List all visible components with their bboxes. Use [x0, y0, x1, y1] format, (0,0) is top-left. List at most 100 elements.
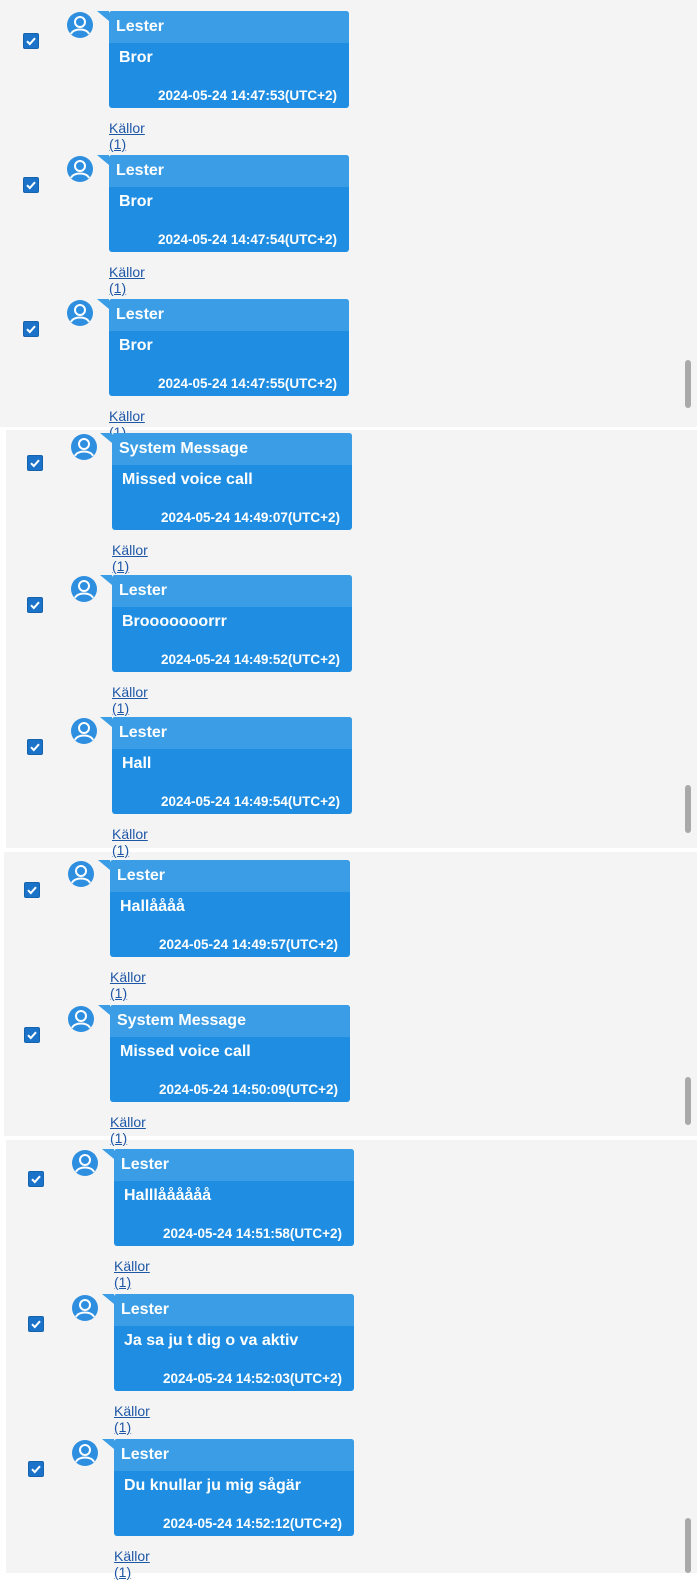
message-timestamp: 2024-05-24 14:49:07(UTC+2): [161, 510, 340, 525]
checkmark-icon: [26, 37, 36, 46]
message-bubble[interactable]: Lester Hallåååå 2024-05-24 14:49:57(UTC+…: [110, 860, 350, 957]
sender-name: Lester: [114, 1149, 354, 1181]
sender-name: Lester: [110, 860, 350, 892]
user-avatar-icon: [71, 576, 97, 602]
sources-link[interactable]: Källor (1): [110, 969, 146, 1001]
sender-name: Lester: [109, 11, 349, 43]
scrollbar-thumb[interactable]: [685, 785, 691, 833]
message-text: Brooooooorrr: [122, 613, 227, 630]
checkmark-icon: [31, 1465, 41, 1474]
message-text: Du knullar ju mig sågär: [124, 1477, 301, 1494]
sources-link[interactable]: Källor (1): [112, 542, 148, 574]
select-checkbox[interactable]: [27, 597, 43, 613]
select-checkbox[interactable]: [28, 1171, 44, 1187]
chat-panel-3: [4, 852, 697, 1136]
sender-name: Lester: [114, 1439, 354, 1471]
scrollbar-thumb[interactable]: [685, 1518, 691, 1573]
bubble-tail: [100, 433, 112, 443]
user-avatar-icon: [71, 434, 97, 460]
select-checkbox[interactable]: [24, 1027, 40, 1043]
select-checkbox[interactable]: [28, 1316, 44, 1332]
select-checkbox[interactable]: [23, 177, 39, 193]
user-avatar-icon: [71, 718, 97, 744]
message-timestamp: 2024-05-24 14:49:52(UTC+2): [161, 652, 340, 667]
bubble-tail: [100, 717, 112, 727]
message-bubble[interactable]: Lester Halllåååååå 2024-05-24 14:51:58(U…: [114, 1149, 354, 1246]
checkmark-icon: [31, 1320, 41, 1329]
select-checkbox[interactable]: [27, 739, 43, 755]
message-bubble[interactable]: Lester Hall 2024-05-24 14:49:54(UTC+2): [112, 717, 352, 814]
select-checkbox[interactable]: [24, 882, 40, 898]
sources-link[interactable]: Källor (1): [114, 1258, 150, 1290]
bubble-tail: [102, 1149, 114, 1159]
select-checkbox[interactable]: [23, 321, 39, 337]
bubble-tail: [97, 155, 109, 165]
message-text: Halllåååååå: [124, 1187, 212, 1204]
message-bubble[interactable]: Lester Du knullar ju mig sågär 2024-05-2…: [114, 1439, 354, 1536]
message-bubble[interactable]: Lester Ja sa ju t dig o va aktiv 2024-05…: [114, 1294, 354, 1391]
message-bubble[interactable]: System Message Missed voice call 2024-05…: [112, 433, 352, 530]
user-avatar-icon: [67, 156, 93, 182]
scrollbar-thumb[interactable]: [685, 360, 691, 408]
checkmark-icon: [30, 459, 40, 468]
sources-link[interactable]: Källor (1): [110, 1114, 146, 1146]
sender-name: Lester: [109, 299, 349, 331]
sender-name: Lester: [112, 717, 352, 749]
sender-name: Lester: [112, 575, 352, 607]
bubble-tail: [102, 1439, 114, 1449]
message-text: Ja sa ju t dig o va aktiv: [124, 1332, 299, 1349]
message-text: Hallåååå: [120, 898, 185, 915]
message-text: Bror: [119, 193, 153, 210]
bubble-tail: [97, 299, 109, 309]
user-avatar-icon: [72, 1440, 98, 1466]
sources-link[interactable]: Källor (1): [112, 684, 148, 716]
sender-name: System Message: [110, 1005, 350, 1037]
user-avatar-icon: [67, 12, 93, 38]
message-timestamp: 2024-05-24 14:51:58(UTC+2): [163, 1226, 342, 1241]
checkmark-icon: [26, 325, 36, 334]
sender-name: System Message: [112, 433, 352, 465]
message-text: Bror: [119, 49, 153, 66]
message-bubble[interactable]: Lester Brooooooorrr 2024-05-24 14:49:52(…: [112, 575, 352, 672]
bubble-tail: [98, 860, 110, 870]
checkmark-icon: [26, 181, 36, 190]
message-text: Bror: [119, 337, 153, 354]
message-text: Hall: [122, 755, 152, 772]
checkmark-icon: [27, 1031, 37, 1040]
message-timestamp: 2024-05-24 14:50:09(UTC+2): [159, 1082, 338, 1097]
sources-link[interactable]: Källor (1): [109, 264, 145, 296]
bubble-tail: [97, 11, 109, 21]
sources-link[interactable]: Källor (1): [114, 1548, 150, 1580]
message-bubble[interactable]: Lester Bror 2024-05-24 14:47:55(UTC+2): [109, 299, 349, 396]
scrollbar-thumb[interactable]: [685, 1077, 691, 1125]
message-timestamp: 2024-05-24 14:49:54(UTC+2): [161, 794, 340, 809]
bubble-tail: [100, 575, 112, 585]
user-avatar-icon: [72, 1295, 98, 1321]
message-bubble[interactable]: System Message Missed voice call 2024-05…: [110, 1005, 350, 1102]
message-timestamp: 2024-05-24 14:47:53(UTC+2): [158, 88, 337, 103]
message-timestamp: 2024-05-24 14:49:57(UTC+2): [159, 937, 338, 952]
message-bubble[interactable]: Lester Bror 2024-05-24 14:47:54(UTC+2): [109, 155, 349, 252]
select-checkbox[interactable]: [23, 33, 39, 49]
sender-name: Lester: [109, 155, 349, 187]
message-timestamp: 2024-05-24 14:47:54(UTC+2): [158, 232, 337, 247]
select-checkbox[interactable]: [28, 1461, 44, 1477]
sources-link[interactable]: Källor (1): [109, 120, 145, 152]
message-timestamp: 2024-05-24 14:52:03(UTC+2): [163, 1371, 342, 1386]
message-timestamp: 2024-05-24 14:52:12(UTC+2): [163, 1516, 342, 1531]
message-text: Missed voice call: [120, 1043, 251, 1060]
bubble-tail: [102, 1294, 114, 1304]
sender-name: Lester: [114, 1294, 354, 1326]
checkmark-icon: [27, 886, 37, 895]
message-bubble[interactable]: Lester Bror 2024-05-24 14:47:53(UTC+2): [109, 11, 349, 108]
sources-link[interactable]: Källor (1): [114, 1403, 150, 1435]
checkmark-icon: [30, 601, 40, 610]
bubble-tail: [98, 1005, 110, 1015]
user-avatar-icon: [72, 1150, 98, 1176]
checkmark-icon: [30, 743, 40, 752]
sources-link[interactable]: Källor (1): [112, 826, 148, 858]
select-checkbox[interactable]: [27, 455, 43, 471]
user-avatar-icon: [68, 861, 94, 887]
message-timestamp: 2024-05-24 14:47:55(UTC+2): [158, 376, 337, 391]
user-avatar-icon: [68, 1006, 94, 1032]
